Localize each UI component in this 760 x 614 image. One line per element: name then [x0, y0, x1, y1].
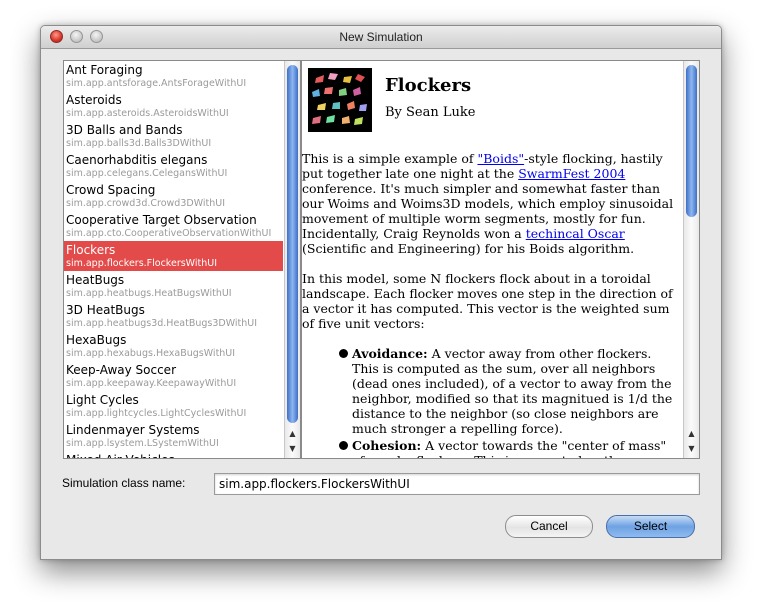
simulation-name: 3D Balls and Bands [66, 123, 183, 137]
simulation-name: Ant Foraging [66, 63, 143, 77]
list-item[interactable]: Ant Foraging sim.app.antsforage.AntsForag… [64, 61, 283, 91]
list-item[interactable]: HexaBugs sim.app.hexabugs.HexaBugsWithUI [64, 331, 283, 361]
simulation-class: sim.app.heatbugs.HeatBugsWithUI [66, 288, 232, 299]
list-scrollbar[interactable]: ▲ ▼ [284, 61, 300, 458]
simulation-name: Asteroids [66, 93, 122, 107]
simulation-name: Cooperative Target Observation [66, 213, 257, 227]
simulation-class: sim.app.flockers.FlockersWithUI [66, 258, 217, 269]
swarmfest-link[interactable]: SwarmFest 2004 [518, 166, 625, 181]
list-item[interactable]: Cooperative Target Observation sim.app.ct… [64, 211, 283, 241]
list-scroll-down-arrow[interactable]: ▼ [285, 442, 300, 456]
list-item[interactable]: HeatBugs sim.app.heatbugs.HeatBugsWithUI [64, 271, 283, 301]
text-run: (Scientific and Engineering) for his Boi… [302, 241, 635, 256]
list-item[interactable]: 3D HeatBugs sim.app.heatbugs3d.HeatBugs3D… [64, 301, 283, 331]
class-name-label: Simulation class name: [62, 476, 186, 490]
simulation-list[interactable]: Ant Foraging sim.app.antsforage.AntsForag… [63, 60, 301, 459]
simulation-name: Mixed Air Vehicles [66, 453, 175, 458]
list-item[interactable]: Caenorhabditis elegans sim.app.celegans.C… [64, 151, 283, 181]
list-item[interactable]: Asteroids sim.app.asteroids.AsteroidsWith… [64, 91, 283, 121]
list-scroll-up-arrow[interactable]: ▲ [285, 427, 300, 441]
list-item[interactable]: Light Cycles sim.app.lightcycles.LightCyc… [64, 391, 283, 421]
window-title: New Simulation [339, 30, 423, 44]
simulation-class: sim.app.crowd3d.Crowd3DWithUI [66, 198, 226, 209]
bullet-term: Avoidance: [352, 346, 428, 361]
flockers-thumbnail-image [308, 68, 372, 132]
simulation-class: sim.app.heatbugs3d.HeatBugs3DWithUI [66, 318, 258, 329]
description-scroll-thumb[interactable] [686, 65, 697, 217]
select-button[interactable]: Select [606, 515, 695, 538]
text-run: This is a simple example of [302, 151, 478, 166]
simulation-title: Flockers [385, 75, 472, 96]
simulation-author: By Sean Luke [385, 105, 476, 120]
cancel-button[interactable]: Cancel [505, 515, 593, 538]
title-bar[interactable]: New Simulation [41, 26, 721, 49]
simulation-class: sim.app.asteroids.AsteroidsWithUI [66, 108, 229, 119]
simulation-name: HexaBugs [66, 333, 127, 347]
simulation-class: sim.app.antsforage.AntsForageWithUI [66, 78, 247, 89]
simulation-class: sim.app.cto.CooperativeObservationWithUI [66, 228, 272, 239]
description-scrollbar[interactable]: ▲ ▼ [683, 61, 699, 458]
list-scroll-thumb[interactable] [287, 65, 298, 423]
list-item[interactable]: Mixed Air Vehicles [64, 451, 283, 458]
simulation-class: sim.app.hexabugs.HexaBugsWithUI [66, 348, 236, 359]
simulation-class: sim.app.lightcycles.LightCyclesWithUI [66, 408, 247, 419]
list-item[interactable]: Flockers sim.app.flockers.FlockersWithUI [64, 241, 283, 271]
simulation-class: sim.app.lsystem.LSystemWithUI [66, 438, 219, 449]
simulation-name: Keep-Away Soccer [66, 363, 176, 377]
vector-list: Avoidance: A vector away from other floc… [302, 346, 674, 458]
simulation-name: Lindenmayer Systems [66, 423, 200, 437]
simulation-name: Crowd Spacing [66, 183, 156, 197]
simulation-name: Flockers [66, 243, 116, 257]
list-item: Cohesion: A vector towards the "center o… [339, 438, 674, 458]
description-scroll-down-arrow[interactable]: ▼ [684, 442, 699, 456]
bullet-term: Cohesion: [352, 438, 422, 453]
simulation-name: Caenorhabditis elegans [66, 153, 208, 167]
description-scroll-up-arrow[interactable]: ▲ [684, 427, 699, 441]
bullet-icon [339, 349, 348, 358]
bullet-icon [339, 441, 348, 450]
simulation-name: 3D HeatBugs [66, 303, 145, 317]
description-panel: Flockers By Sean Luke This is a simple e… [301, 60, 700, 459]
description-content: Flockers By Sean Luke This is a simple e… [302, 61, 682, 458]
list-item[interactable]: 3D Balls and Bands sim.app.balls3d.Balls3… [64, 121, 283, 151]
description-body: This is a simple example of "Boids"-styl… [302, 151, 674, 458]
list-item[interactable]: Lindenmayer Systems sim.app.lsystem.LSyst… [64, 421, 283, 451]
simulation-class: sim.app.keepaway.KeepawayWithUI [66, 378, 237, 389]
list-item[interactable]: Crowd Spacing sim.app.crowd3d.Crowd3DWith… [64, 181, 283, 211]
technical-oscar-link[interactable]: techincal Oscar [526, 226, 625, 241]
description-paragraph-1: This is a simple example of "Boids"-styl… [302, 151, 674, 256]
list-item[interactable]: Keep-Away Soccer sim.app.keepaway.Keepawa… [64, 361, 283, 391]
class-name-field[interactable]: sim.app.flockers.FlockersWithUI [214, 473, 700, 495]
simulation-class: sim.app.celegans.CelegansWithUI [66, 168, 228, 179]
new-simulation-dialog: New Simulation Ant Foraging sim.app.antsf… [40, 25, 722, 560]
simulation-class: sim.app.balls3d.Balls3DWithUI [66, 138, 212, 149]
boids-link[interactable]: "Boids" [477, 151, 524, 166]
simulation-name: Light Cycles [66, 393, 139, 407]
description-paragraph-2: In this model, some N flockers flock abo… [302, 271, 673, 331]
simulation-name: HeatBugs [66, 273, 125, 287]
list-item: Avoidance: A vector away from other floc… [339, 346, 674, 436]
